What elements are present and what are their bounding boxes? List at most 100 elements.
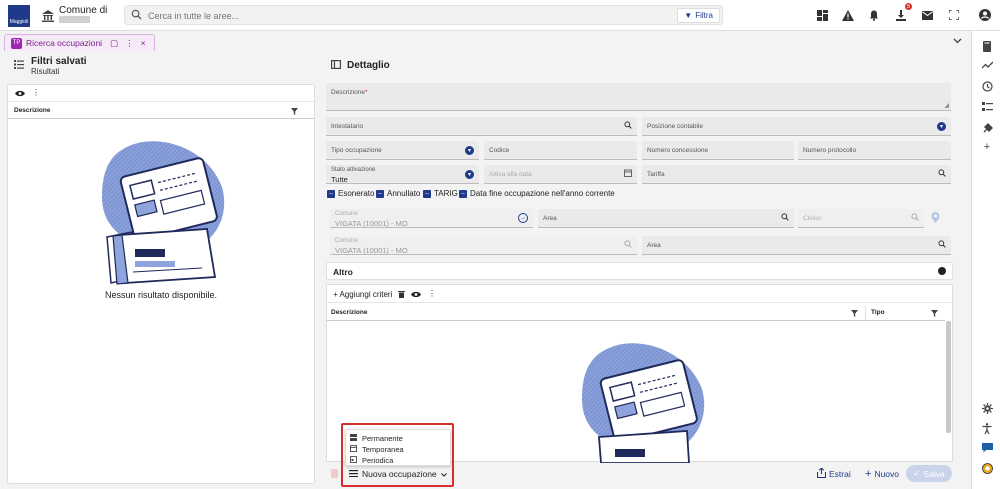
civico-field[interactable]: Civico xyxy=(798,209,924,228)
filter-button[interactable]: ▼ Filtra xyxy=(677,8,720,23)
pin-icon[interactable]: ▢ xyxy=(110,38,118,49)
dropdown-icon[interactable]: ▾ xyxy=(465,170,474,179)
tariffa-label: Tariffa xyxy=(647,171,665,178)
chevron-down-icon[interactable] xyxy=(953,36,962,46)
warning-icon[interactable] xyxy=(840,7,856,23)
posizione-contabile-field[interactable]: Posizione contabile ▾ xyxy=(642,117,951,136)
download-icon[interactable]: 8 xyxy=(893,3,912,23)
nuovo-button[interactable]: + Nuovo xyxy=(860,465,904,482)
column-divider[interactable] xyxy=(865,306,866,321)
highlight-box xyxy=(341,423,454,487)
calendar-icon[interactable] xyxy=(624,169,632,179)
location-pin-icon[interactable] xyxy=(931,212,940,225)
resize-handle-icon[interactable]: ◢ xyxy=(944,102,949,109)
list-icon[interactable] xyxy=(14,60,24,72)
history-icon[interactable] xyxy=(980,79,994,93)
results-toolbar: ⋮ xyxy=(8,85,314,102)
salva-label: Salva xyxy=(923,468,945,479)
fullscreen-icon[interactable] xyxy=(946,7,962,23)
tariffa-field[interactable]: Tariffa xyxy=(642,165,951,184)
civico-label: Civico xyxy=(803,215,821,222)
dropdown-icon[interactable]: ▾ xyxy=(465,146,474,155)
stato-attivazione-field[interactable]: Stato attivazione Tutte ▾ xyxy=(326,165,479,184)
dashboard-icon[interactable] xyxy=(814,7,830,23)
numero-concessione-field[interactable]: Numero concessione xyxy=(642,141,794,160)
checkbox-tarig[interactable]: – TARIG xyxy=(423,189,458,198)
eye-icon[interactable] xyxy=(15,89,25,99)
column-descrizione[interactable]: Descrizione xyxy=(14,107,51,114)
add-criteria-button[interactable]: + Aggiungi criteri xyxy=(333,290,392,299)
vertical-scrollbar[interactable] xyxy=(946,321,951,433)
more-options-icon[interactable]: ⋮ xyxy=(428,289,436,298)
maggioli-logo[interactable]: Maggioli xyxy=(8,5,30,27)
eye-icon[interactable] xyxy=(411,290,421,300)
checklist-icon[interactable] xyxy=(980,100,994,114)
checkbox-icon: – xyxy=(423,189,431,198)
numero-protocollo-field[interactable]: Numero protocollo xyxy=(798,141,951,160)
tab-label: Ricerca occupazioni xyxy=(26,38,103,48)
arrow-right-icon[interactable]: → xyxy=(518,213,528,223)
comune-field-1[interactable]: Comune VIGATA (10001) - MO → xyxy=(330,209,533,228)
area-field-2[interactable]: Area xyxy=(642,236,951,255)
checkbox-icon: – xyxy=(327,189,335,198)
search-icon[interactable] xyxy=(938,240,946,250)
search-input[interactable]: Cerca in tutte le aree... xyxy=(148,11,239,21)
chat-icon[interactable] xyxy=(980,441,994,455)
tipo-occupazione-label: Tipo occupazione xyxy=(331,147,382,154)
checkbox-icon: – xyxy=(376,189,384,198)
user-account-icon[interactable] xyxy=(977,7,993,23)
accessibility-icon[interactable] xyxy=(980,421,994,435)
more-options-icon[interactable]: ⋮ xyxy=(32,88,40,97)
search-icon[interactable] xyxy=(781,213,789,223)
search-icon[interactable] xyxy=(624,121,632,131)
checkbox-label: TARIG xyxy=(434,189,458,198)
checkbox-label: Annullato xyxy=(387,189,421,198)
dropdown-icon[interactable]: ▾ xyxy=(937,122,946,131)
checkbox-data-fine[interactable]: – Data fine occupazione nell'anno corrent… xyxy=(459,189,615,198)
posizione-contabile-label: Posizione contabile xyxy=(647,123,704,130)
tab-ricerca-occupazioni[interactable]: TP Ricerca occupazioni ▢ ⋮ × xyxy=(4,34,155,51)
mail-icon[interactable] xyxy=(919,7,935,23)
column-filter-icon[interactable] xyxy=(291,107,298,117)
codice-field[interactable]: Codice xyxy=(484,141,637,160)
checkbox-esonerato[interactable]: – Esonerato xyxy=(327,189,374,198)
search-icon[interactable] xyxy=(911,213,919,223)
panel-layout-icon[interactable] xyxy=(331,60,342,72)
trend-icon[interactable] xyxy=(980,58,994,72)
checkbox-annullato[interactable]: – Annullato xyxy=(376,189,420,198)
comune-field-2[interactable]: Comune VIGATA (10001) - MO xyxy=(330,236,637,255)
empty-results-message: Nessun risultato disponibile. xyxy=(104,290,218,300)
collapse-toggle-icon[interactable] xyxy=(938,267,946,275)
settings-gear-icon[interactable] xyxy=(980,401,994,415)
descrizione-field[interactable]: Descrizione* ◢ xyxy=(326,83,951,111)
search-icon[interactable] xyxy=(938,169,946,179)
area-field-1[interactable]: Area xyxy=(538,209,794,228)
salva-button[interactable]: ✓ Salva xyxy=(906,465,952,482)
comune-label[interactable]: Comune di xyxy=(59,5,107,16)
column-filter-icon[interactable] xyxy=(851,309,858,319)
delete-icon[interactable] xyxy=(331,469,338,478)
area-label: Area xyxy=(647,242,661,249)
close-tab-icon[interactable]: × xyxy=(141,38,146,48)
altro-section-header[interactable]: Altro xyxy=(326,262,953,280)
column-descrizione[interactable]: Descrizione xyxy=(331,309,368,316)
column-filter-icon[interactable] xyxy=(931,309,938,319)
bank-icon[interactable] xyxy=(41,9,55,23)
add-icon[interactable]: + xyxy=(980,140,994,154)
search-icon[interactable] xyxy=(624,240,632,250)
numero-concessione-label: Numero concessione xyxy=(647,147,709,154)
checkbox-label: Data fine occupazione nell'anno corrente xyxy=(470,189,615,198)
global-search[interactable]: Cerca in tutte le aree... ▼ Filtra xyxy=(124,5,723,25)
column-tipo[interactable]: Tipo xyxy=(871,309,885,316)
estrai-button[interactable]: Estrai xyxy=(812,465,856,482)
support-icon[interactable] xyxy=(980,461,994,475)
bell-icon[interactable] xyxy=(866,7,882,23)
search-icon xyxy=(131,9,142,23)
tipo-occupazione-field[interactable]: Tipo occupazione ▾ xyxy=(326,141,479,160)
attiva-alla-data-field[interactable]: Attiva alla data xyxy=(484,165,637,184)
intestatario-field[interactable]: Intestatario xyxy=(326,117,637,136)
plugin-icon[interactable] xyxy=(980,121,994,135)
more-options-icon[interactable]: ⋮ xyxy=(125,38,134,49)
trash-icon[interactable] xyxy=(398,290,405,300)
book-icon[interactable] xyxy=(980,39,994,53)
